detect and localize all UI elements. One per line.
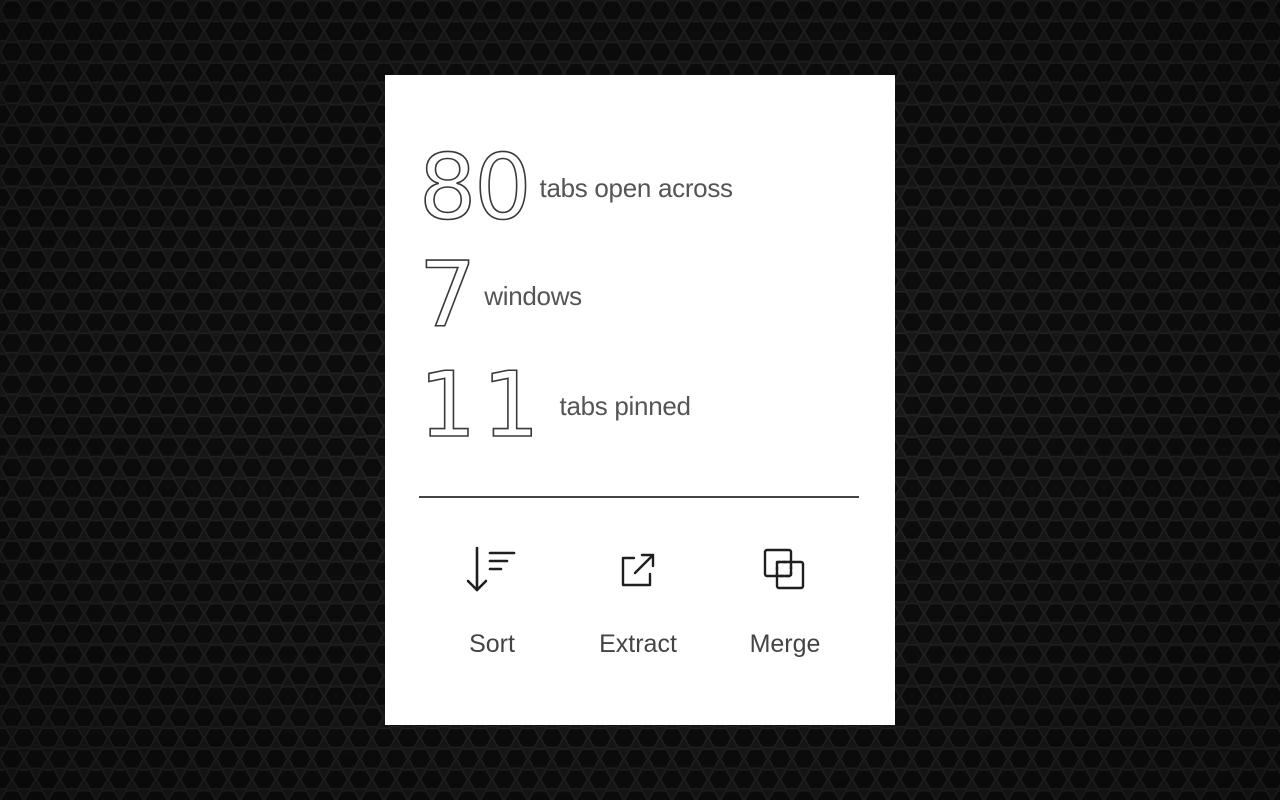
merge-windows-icon (755, 540, 815, 600)
merge-label: Merge (749, 630, 821, 658)
merge-button[interactable]: Merge (725, 540, 845, 670)
windows-label: windows (484, 280, 582, 311)
extract-label: Extract (599, 630, 677, 658)
tabs-pinned-label: tabs pinned (559, 390, 691, 421)
extract-button[interactable]: Extract (578, 540, 698, 670)
external-link-icon (608, 540, 668, 600)
windows-count: 7 (418, 243, 477, 348)
sort-descending-icon (462, 540, 522, 600)
popup-card: 80 tabs open across 7 windows 11 tabs pi… (385, 75, 895, 725)
divider (419, 496, 859, 498)
tabs-open-count: 80 (418, 135, 532, 240)
windows-stat: 7 windows (418, 243, 582, 348)
tabs-pinned-count: 11 (418, 353, 546, 458)
actions-bar: Sort Extract Merge (419, 540, 859, 670)
tabs-open-label: tabs open across (539, 172, 734, 203)
sort-button[interactable]: Sort (432, 540, 552, 670)
tabs-pinned-stat: 11 tabs pinned (418, 353, 691, 458)
sort-label: Sort (469, 630, 515, 658)
tabs-open-stat: 80 tabs open across (418, 135, 734, 240)
